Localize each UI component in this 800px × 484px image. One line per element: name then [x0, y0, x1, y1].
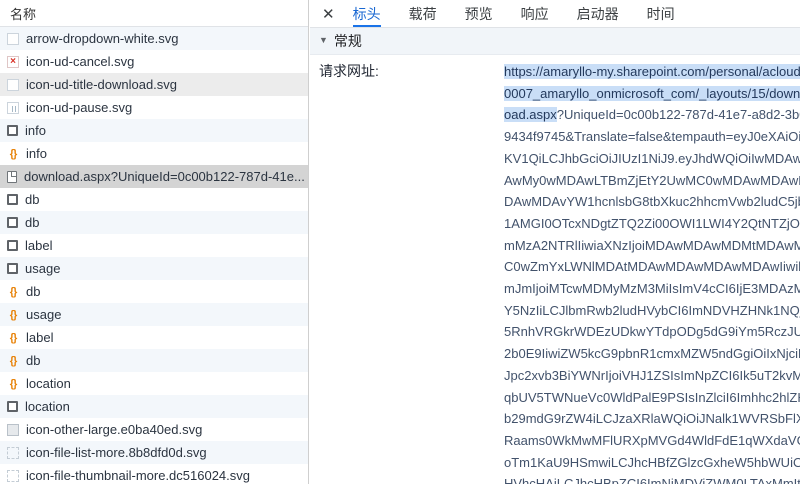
request-name: db	[26, 284, 40, 299]
tab-payload[interactable]: 载荷	[409, 0, 437, 27]
image-file-icon	[7, 33, 19, 45]
image-file-icon	[7, 424, 19, 436]
request-row[interactable]: {} db	[0, 349, 308, 372]
image-file-icon	[7, 470, 19, 482]
request-name: label	[26, 330, 53, 345]
details-tabbar: ✕ 标头 载荷 预览 响应 启动器 时间	[310, 0, 800, 28]
image-file-icon	[7, 102, 19, 114]
plain-resource-icon	[7, 194, 18, 205]
request-row[interactable]: {} usage	[0, 303, 308, 326]
tab-initiator[interactable]: 启动器	[577, 0, 619, 27]
details-tabs: 标头 载荷 预览 响应 启动器 时间	[353, 0, 703, 27]
request-row[interactable]: icon-other-large.e0ba40ed.svg	[0, 418, 308, 441]
request-name: db	[26, 353, 40, 368]
json-braces-icon: {}	[7, 378, 19, 390]
request-row[interactable]: label	[0, 234, 308, 257]
name-column-label: 名称	[10, 4, 36, 23]
json-braces-icon: {}	[7, 355, 19, 367]
tab-headers[interactable]: 标头	[353, 0, 381, 27]
request-row[interactable]: info	[0, 119, 308, 142]
request-name: location	[25, 399, 70, 414]
request-row[interactable]: location	[0, 395, 308, 418]
request-name: arrow-dropdown-white.svg	[26, 31, 178, 46]
request-row[interactable]: icon-ud-pause.svg	[0, 96, 308, 119]
request-name: usage	[26, 307, 61, 322]
plain-resource-icon	[7, 240, 18, 251]
request-url-row: 请求网址: https://amaryllo-my.sharepoint.com…	[310, 55, 800, 484]
request-row[interactable]: db	[0, 211, 308, 234]
request-row[interactable]: {} db	[0, 280, 308, 303]
tab-response[interactable]: 响应	[521, 0, 549, 27]
json-braces-icon: {}	[7, 309, 19, 321]
name-column-header[interactable]: 名称	[0, 0, 308, 27]
request-row[interactable]: db	[0, 188, 308, 211]
request-name: location	[26, 376, 71, 391]
request-name: icon-other-large.e0ba40ed.svg	[26, 422, 202, 437]
general-section-title: 常规	[334, 31, 362, 51]
tab-timing[interactable]: 时间	[647, 0, 675, 27]
general-section-header[interactable]: ▼ 常规	[310, 28, 800, 55]
close-icon[interactable]: ✕	[318, 5, 339, 23]
request-name: label	[25, 238, 52, 253]
request-details-pane: ✕ 标头 载荷 预览 响应 启动器 时间 ▼ 常规 请求网址: https://amary…	[310, 0, 800, 484]
json-braces-icon: {}	[7, 148, 19, 160]
image-file-icon	[7, 447, 19, 459]
json-braces-icon: {}	[7, 286, 19, 298]
request-name: db	[25, 215, 39, 230]
request-row[interactable]: icon-file-thumbnail-more.dc516024.svg	[0, 464, 308, 484]
broken-image-icon: ×	[7, 56, 19, 68]
request-row[interactable]: × icon-ud-cancel.svg	[0, 50, 308, 73]
plain-resource-icon	[7, 401, 18, 412]
tab-preview[interactable]: 预览	[465, 0, 493, 27]
request-name: icon-ud-pause.svg	[26, 100, 132, 115]
request-row[interactable]: {} location	[0, 372, 308, 395]
request-name: icon-ud-title-download.svg	[26, 77, 177, 92]
plain-resource-icon	[7, 217, 18, 228]
request-row[interactable]: download.aspx?UniqueId=0c00b122-787d-41e…	[0, 165, 308, 188]
json-braces-icon: {}	[7, 332, 19, 344]
request-row[interactable]: {} info	[0, 142, 308, 165]
request-name: icon-file-thumbnail-more.dc516024.svg	[26, 468, 250, 483]
plain-resource-icon	[7, 125, 18, 136]
request-url-value[interactable]: https://amaryllo-my.sharepoint.com/perso…	[504, 61, 800, 484]
request-row[interactable]: {} label	[0, 326, 308, 349]
request-name: icon-ud-cancel.svg	[26, 54, 134, 69]
request-name: db	[25, 192, 39, 207]
requests-list: arrow-dropdown-white.svg × icon-ud-cance…	[0, 27, 308, 484]
requests-pane: 名称 arrow-dropdown-white.svg × icon-ud-ca…	[0, 0, 309, 484]
devtools-network-panel: 名称 arrow-dropdown-white.svg × icon-ud-ca…	[0, 0, 800, 484]
request-row[interactable]: icon-ud-title-download.svg	[0, 73, 308, 96]
request-name: usage	[25, 261, 60, 276]
request-name: info	[26, 146, 47, 161]
request-name: icon-file-list-more.8b8dfd0d.svg	[26, 445, 207, 460]
request-row[interactable]: icon-file-list-more.8b8dfd0d.svg	[0, 441, 308, 464]
request-row[interactable]: usage	[0, 257, 308, 280]
request-url-label: 请求网址:	[319, 61, 504, 484]
image-file-icon	[7, 79, 19, 91]
document-icon	[7, 171, 17, 183]
request-name: info	[25, 123, 46, 138]
request-name: download.aspx?UniqueId=0c00b122-787d-41e…	[24, 169, 305, 184]
triangle-down-icon: ▼	[319, 35, 328, 45]
plain-resource-icon	[7, 263, 18, 274]
request-row[interactable]: arrow-dropdown-white.svg	[0, 27, 308, 50]
